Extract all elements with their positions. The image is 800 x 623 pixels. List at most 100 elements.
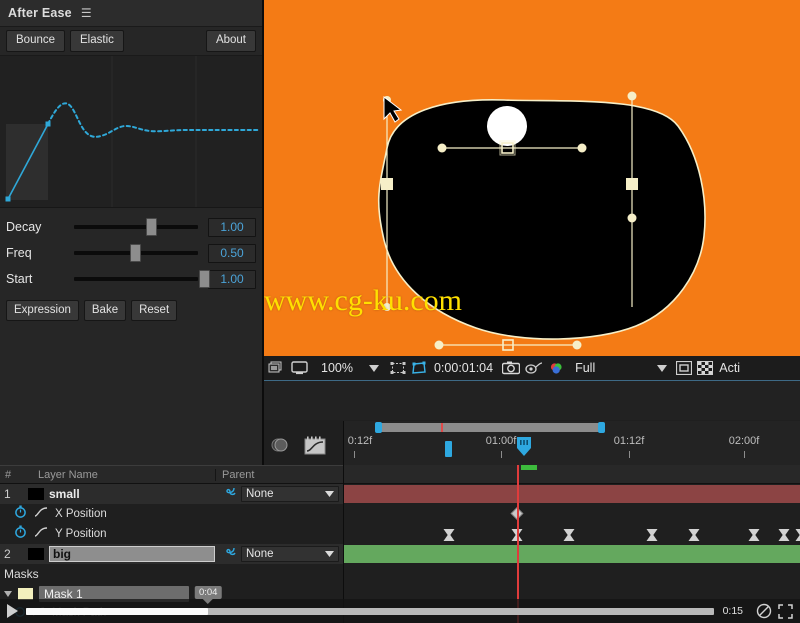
guide-dot-top-right	[628, 92, 637, 101]
current-time-display[interactable]: 0:00:01:04	[434, 361, 493, 375]
graph-editor-icon[interactable]	[304, 436, 326, 455]
toggle-mask-path-visibility-icon[interactable]	[411, 361, 427, 375]
ruler-tick	[501, 451, 502, 458]
keyframe-y-position[interactable]	[689, 528, 700, 540]
layer-row-small[interactable]: 1 small None	[0, 484, 343, 504]
freq-value[interactable]: 0.50	[208, 244, 256, 263]
work-area-start-handle[interactable]	[375, 422, 382, 433]
track-row-small[interactable]	[344, 484, 800, 504]
keyframe-y-position[interactable]	[647, 528, 658, 540]
keyframe-y-position[interactable]	[564, 528, 575, 540]
freq-slider-thumb[interactable]	[130, 244, 141, 262]
freq-label: Freq	[6, 246, 74, 260]
ruler-tick	[744, 451, 745, 458]
autoplay-off-icon[interactable]	[756, 603, 772, 619]
start-slider[interactable]	[74, 268, 204, 290]
track-row-x-position[interactable]	[344, 504, 800, 524]
decay-label: Decay	[6, 220, 74, 234]
pick-whip-icon[interactable]	[219, 545, 241, 563]
value-graph-icon[interactable]	[34, 505, 48, 523]
column-header-index: #	[0, 469, 28, 481]
elastic-button[interactable]: Elastic	[70, 30, 124, 51]
decay-slider[interactable]	[74, 216, 204, 238]
layer-bar-small[interactable]	[344, 485, 800, 503]
parent-dropdown-big[interactable]: None	[241, 546, 339, 562]
curve-handle-end	[46, 122, 51, 127]
expression-button[interactable]: Expression	[6, 300, 79, 321]
track-row-big[interactable]	[344, 544, 800, 564]
slider-row-start: Start 1.00	[6, 266, 256, 292]
masks-group-row[interactable]: Masks	[0, 564, 343, 584]
track-row-y-position[interactable]	[344, 524, 800, 544]
property-name-y-position: Y Position	[55, 528, 107, 540]
small-ball-layer	[487, 106, 527, 146]
bounce-button[interactable]: Bounce	[6, 30, 65, 51]
magnification-caret-icon[interactable]	[369, 365, 379, 372]
start-slider-thumb[interactable]	[199, 270, 210, 288]
layer-name-big-input[interactable]: big	[49, 546, 215, 562]
column-header-layer-name: Layer Name	[28, 469, 215, 481]
reset-button[interactable]: Reset	[131, 300, 177, 321]
play-icon[interactable]	[7, 604, 18, 618]
decay-value[interactable]: 1.00	[208, 218, 256, 237]
bake-button[interactable]: Bake	[84, 300, 126, 321]
freq-slider[interactable]	[74, 242, 204, 264]
layer-row-big[interactable]: 2 big None	[0, 544, 343, 564]
region-of-interest-toggle-icon[interactable]	[676, 361, 692, 375]
disclosure-triangle-icon[interactable]	[4, 591, 12, 597]
about-button[interactable]: About	[206, 30, 256, 51]
layer-color-swatch	[28, 488, 44, 500]
easing-curve-graph[interactable]	[0, 56, 262, 208]
start-slider-track	[74, 277, 198, 281]
work-area-end-handle[interactable]	[598, 422, 605, 433]
stopwatch-icon[interactable]	[14, 525, 27, 543]
keyframe-y-position[interactable]	[796, 528, 800, 540]
parent-value: None	[246, 488, 274, 500]
viewer-toolbar: 100% 0:00:01:04	[264, 356, 800, 381]
region-of-interest-icon[interactable]	[390, 361, 406, 375]
toggle-transparency-grid-icon[interactable]	[697, 361, 713, 375]
keyframe-y-position[interactable]	[779, 528, 790, 540]
fullscreen-icon[interactable]	[778, 604, 793, 619]
layer-index: 2	[0, 547, 28, 561]
take-snapshot-icon[interactable]	[502, 361, 520, 375]
chevron-down-icon	[325, 548, 334, 560]
site-watermark: www.cg-ku.com	[264, 286, 544, 316]
playhead-marker[interactable]	[516, 437, 532, 457]
layer-name-small[interactable]: small	[49, 487, 219, 501]
property-row-y-position[interactable]: Y Position	[0, 524, 343, 544]
keyframe-y-position[interactable]	[749, 528, 760, 540]
track-row-masks	[344, 564, 800, 584]
magnification-ratio[interactable]: 100%	[321, 361, 353, 375]
hamburger-menu-icon[interactable]: ☰	[81, 7, 92, 19]
ruler-label-2: 01:12f	[614, 435, 645, 447]
decay-slider-track	[74, 225, 198, 229]
timeline-ruler[interactable]: 0:12f 01:00f 01:12f 02:00f	[343, 421, 800, 465]
show-snapshot-icon[interactable]	[525, 361, 543, 375]
player-scrubber[interactable]: 0:04	[26, 599, 714, 623]
stopwatch-icon[interactable]	[14, 505, 27, 523]
show-channel-icon[interactable]	[548, 361, 566, 375]
main-view-icon[interactable]	[291, 361, 308, 375]
track-header-strip	[344, 465, 800, 484]
always-preview-this-view-icon[interactable]	[268, 361, 284, 375]
work-area-bar[interactable]	[377, 423, 603, 432]
start-value[interactable]: 1.00	[208, 270, 256, 289]
time-marker-handle[interactable]	[445, 441, 452, 457]
keyframe-y-position[interactable]	[444, 528, 455, 540]
parent-dropdown-small[interactable]: None	[241, 486, 339, 502]
parent-value: None	[246, 548, 274, 560]
pick-whip-icon[interactable]	[219, 485, 241, 503]
layer-color-swatch	[28, 548, 44, 560]
after-ease-titlebar: After Ease ☰	[0, 0, 262, 27]
value-graph-icon[interactable]	[34, 525, 48, 543]
layer-bar-big[interactable]	[344, 545, 800, 563]
draft-3d-icon[interactable]	[270, 436, 290, 454]
active-camera-label[interactable]: Acti	[719, 361, 740, 375]
resolution-caret-icon[interactable]	[657, 365, 667, 372]
ruler-tick	[629, 451, 630, 458]
tangent-handle-right	[578, 144, 587, 153]
resolution-display[interactable]: Full	[575, 361, 595, 375]
decay-slider-thumb[interactable]	[146, 218, 157, 236]
property-row-x-position[interactable]: X Position	[0, 504, 343, 524]
